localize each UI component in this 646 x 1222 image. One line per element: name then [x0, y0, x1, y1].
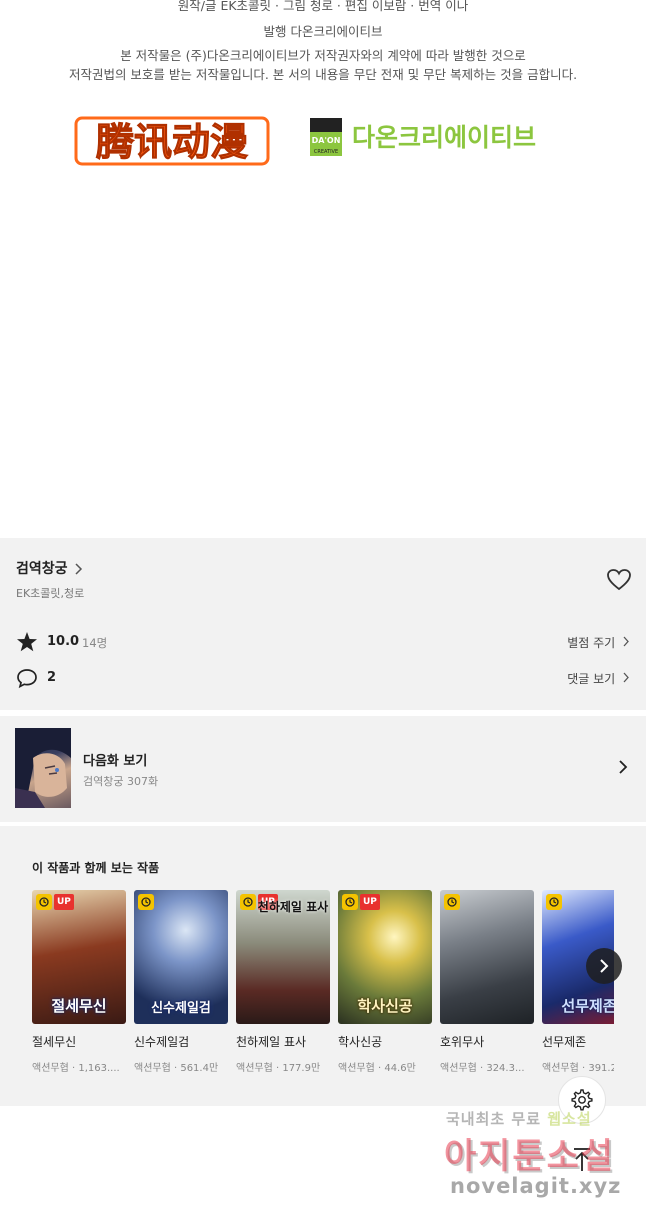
rate-button-label: 별점 주기 [567, 636, 616, 650]
comment-row: 2 댓글 보기 [0, 667, 646, 689]
recommendation-meta: 액션무협 · 44.6만 [338, 1063, 416, 1074]
recommendation-card[interactable]: 호위무사 액션무협 · 324.3... [440, 890, 534, 1074]
comment-bubble-icon [17, 669, 37, 689]
daon-logo-text: 다온크리에이티브 [352, 123, 536, 152]
watermark-brand: 아지툰소설 [444, 1137, 616, 1177]
watermark-tagline-text: 국내최초 무료 [446, 1110, 548, 1128]
next-episode-thumbnail [15, 728, 71, 808]
recommendation-cover: UP 천하제일 표사 [236, 890, 330, 1024]
work-info-panel: 검역창궁 EK초콜릿,청로 10.0 14명 별점 주기 2 댓글 보기 [0, 538, 646, 710]
up-badge: UP [360, 894, 380, 910]
watermark-tagline: 국내최초 무료 웹소설 [446, 1108, 592, 1129]
cover-title: 천하제일 표사 [257, 900, 329, 914]
favorite-heart-icon[interactable] [606, 568, 632, 592]
work-authors: EK초콜릿,청로 [16, 587, 85, 600]
rating-row: 10.0 14명 별점 주기 [0, 631, 646, 653]
recommendation-meta: 액션무협 · 324.3... [440, 1063, 525, 1074]
watermark-tagline-highlight: 웹소설 [547, 1110, 592, 1128]
cover-title: 학사신공 [357, 997, 413, 1015]
view-comments-label: 댓글 보기 [567, 672, 616, 686]
next-episode-label: 다음화 보기 [83, 754, 148, 769]
chevron-right-icon [600, 959, 609, 973]
star-icon [17, 632, 37, 652]
carousel-next-button[interactable] [586, 948, 622, 984]
chevron-right-icon[interactable] [74, 561, 84, 577]
chevron-right-icon [619, 760, 628, 774]
cover-title: 선무제존 [561, 997, 614, 1015]
recommendation-card[interactable]: UP 절세무신 절세무신 액션무협 · 1,163.... [32, 890, 126, 1074]
recommendation-title: 학사신공 [338, 1035, 383, 1049]
copyright-notice-1: 본 저작물은 (주)다온크리에이티브가 저작권자와의 계약에 따라 발행한 것으… [120, 48, 526, 63]
next-episode-card[interactable]: 다음화 보기 검역창궁 307화 [0, 716, 646, 822]
recommendation-meta: 액션무협 · 391.2만 [542, 1063, 614, 1074]
recommendation-meta: 액션무협 · 177.9만 [236, 1063, 321, 1074]
recommendation-title: 호위무사 [440, 1035, 485, 1049]
up-badge: UP [54, 894, 74, 910]
clock-icon [36, 894, 52, 910]
recommendation-card[interactable]: 신수제일검 신수제일검 액션무협 · 561.4만 [134, 890, 228, 1074]
clock-icon [240, 894, 256, 910]
rating-value: 10.0 [47, 634, 80, 649]
credits-staff: 원작/글 EK초콜릿 · 그림 청로 · 편집 이보람 · 번역 이나 [177, 0, 469, 13]
recommendation-card[interactable]: UP 천하제일 표사 천하제일 표사 액션무협 · 177.9만 [236, 890, 330, 1074]
recommendations-carousel[interactable]: UP 절세무신 절세무신 액션무협 · 1,163.... 신수제일검 신수제일… [32, 890, 614, 1080]
recommendation-title: 신수제일검 [134, 1035, 190, 1049]
cover-title: 신수제일검 [151, 1001, 211, 1016]
clock-icon [138, 894, 154, 910]
comment-count: 2 [47, 670, 57, 685]
recommendations-heading: 이 작품과 함께 보는 작품 [32, 861, 160, 875]
work-title-link[interactable]: 검역창궁 [16, 558, 68, 578]
recommendation-card[interactable]: UP 학사신공 학사신공 액션무협 · 44.6만 [338, 890, 432, 1074]
recommendation-cover: UP 학사신공 [338, 890, 432, 1024]
clock-icon [342, 894, 358, 910]
next-episode-title: 검역창궁 307화 [83, 775, 159, 788]
daon-creative-logo: DA'ON CREATIVE 다온크리에이티브 [310, 118, 536, 156]
site-watermark: 국내최초 무료 웹소설 아지툰소설 novelagit.xyz [440, 1108, 630, 1212]
recommendation-cover: UP 절세무신 [32, 890, 126, 1024]
clock-icon [444, 894, 460, 910]
daon-mark-text: DA'ON [312, 136, 341, 145]
chevron-right-icon [623, 636, 629, 647]
episode-thumbnail-art [15, 728, 71, 808]
chevron-right-icon [623, 672, 629, 683]
recommendation-title: 천하제일 표사 [236, 1035, 307, 1049]
view-comments-button[interactable]: 댓글 보기 [567, 670, 630, 687]
recommendation-cover [440, 890, 534, 1024]
rating-count: 14명 [82, 636, 108, 650]
clock-icon [546, 894, 562, 910]
credits-publisher: 발행 다온크리에이티브 [263, 24, 383, 39]
recommendation-meta: 액션무협 · 1,163.... [32, 1063, 120, 1074]
daon-mark-subtext: CREATIVE [314, 149, 338, 155]
watermark-url: novelagit.xyz [450, 1174, 622, 1198]
cover-title: 절세무신 [51, 997, 107, 1015]
recommendation-cover: 신수제일검 [134, 890, 228, 1024]
recommendations-section: 이 작품과 함께 보는 작품 UP 절세무신 절세무신 액션무협 · 1,163… [0, 826, 646, 1106]
copyright-notice-2: 저작권법의 보호를 받는 저작물입니다. 본 서의 내용을 무단 전재 및 무단… [68, 67, 578, 82]
tencent-logo-text: 腾讯动漫 [96, 120, 248, 164]
recommendation-meta: 액션무협 · 561.4만 [134, 1063, 219, 1074]
recommendation-title: 절세무신 [32, 1035, 77, 1049]
rate-button[interactable]: 별점 주기 [567, 634, 630, 651]
recommendation-title: 선무제존 [542, 1035, 587, 1049]
tencent-comics-logo: 腾讯动漫 [74, 116, 270, 166]
